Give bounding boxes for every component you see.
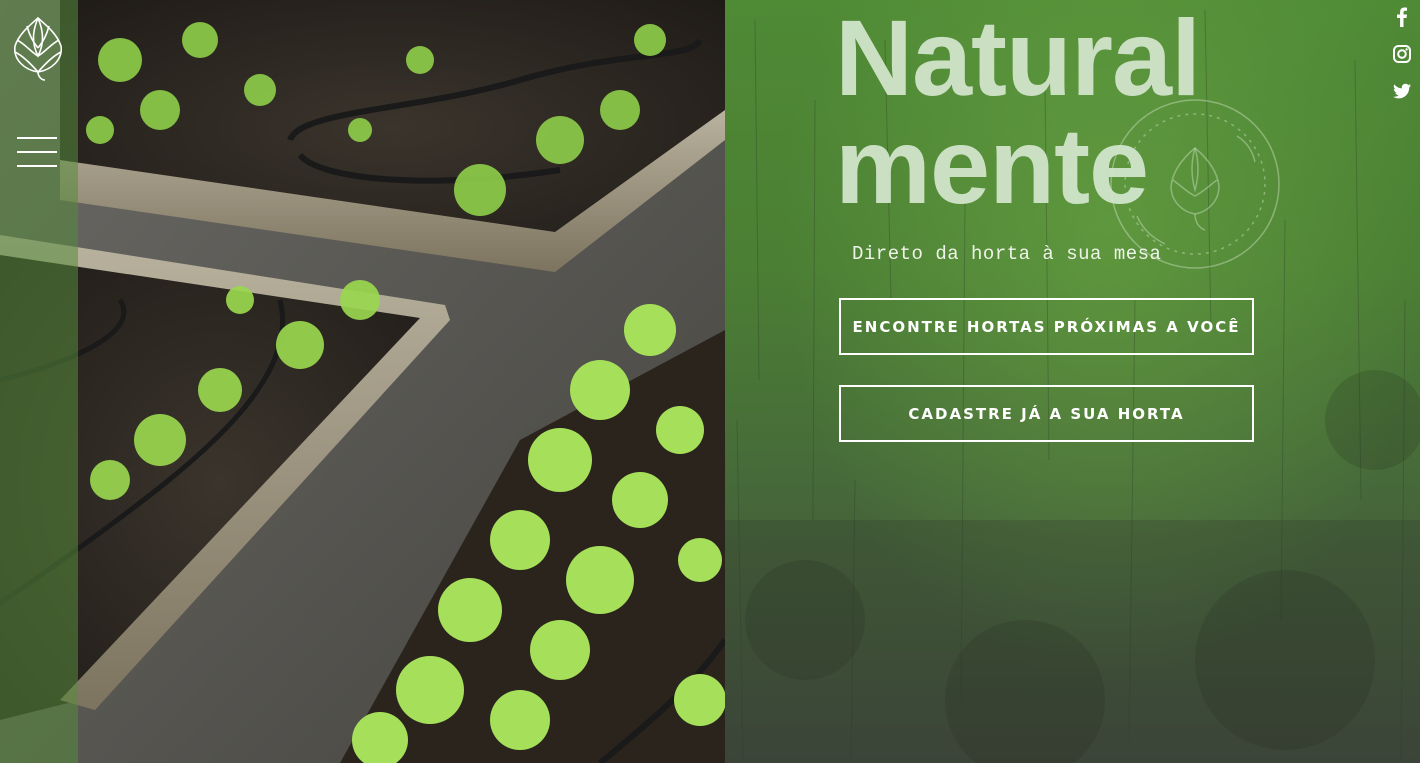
hero-title-line2: mente [835,105,1149,226]
facebook-icon[interactable] [1392,6,1412,28]
hero-title-line1: Natural [835,0,1201,118]
hero-panel: Natural mente Direto da horta à sua mesa… [725,0,1420,763]
hamburger-menu-icon[interactable] [17,134,57,170]
artichoke-logo-icon[interactable] [9,12,67,82]
instagram-icon[interactable] [1392,43,1412,65]
register-garden-button[interactable]: CADASTRE JÁ A SUA HORTA [839,385,1254,442]
social-bar [1392,6,1412,117]
garden-photo-image [0,0,725,763]
find-gardens-button[interactable]: ENCONTRE HORTAS PRÓXIMAS A VOCÊ [839,298,1254,355]
hero-title: Natural mente [835,0,1201,226]
sidebar [0,0,78,763]
hero-subtitle: Direto da horta à sua mesa [852,243,1162,265]
page: Natural mente Direto da horta à sua mesa… [0,0,1420,763]
twitter-icon[interactable] [1392,80,1412,102]
garden-photo [0,0,725,763]
